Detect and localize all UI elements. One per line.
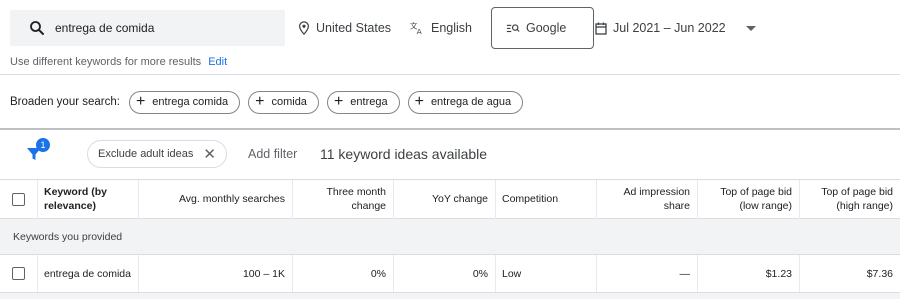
top-bid-high-cell: $7.36 — [866, 267, 893, 280]
language-selector[interactable]: 文A English — [410, 10, 472, 46]
hint-row: Use different keywords for more results … — [10, 56, 227, 68]
select-all-checkbox[interactable] — [12, 193, 25, 206]
yoy-change-cell: 0% — [394, 255, 496, 292]
chip-label: comida — [271, 96, 307, 108]
add-filter-button[interactable]: Add filter — [248, 147, 297, 161]
competition-cell: Low — [496, 255, 597, 292]
column-header-top-bid-low[interactable]: Top of page bid (low range) — [698, 180, 800, 219]
exclude-adult-ideas-chip[interactable]: Exclude adult ideas ✕ — [87, 140, 227, 168]
column-header-ad-impression-share[interactable]: Ad impression share — [597, 180, 698, 219]
keyword-cell: entrega de comida — [38, 255, 139, 292]
chip-label: Exclude adult ideas — [98, 148, 194, 160]
search-keyword-text: entrega de comida — [55, 21, 155, 35]
plus-icon: + — [414, 93, 424, 110]
broaden-search-row: Broaden your search: + entrega comida + co… — [10, 90, 531, 114]
top-bid-low-cell: $1.23 — [698, 255, 800, 292]
search-icon — [30, 21, 44, 35]
table-row[interactable]: entrega de comida 100 – 1K 0% 0% Low — $… — [0, 255, 900, 293]
select-all-cell — [0, 180, 38, 219]
group-header-row: Keywords you provided — [0, 219, 900, 255]
close-icon[interactable]: ✕ — [203, 145, 216, 163]
network-selector[interactable]: Google — [491, 7, 594, 49]
column-header-avg-monthly-searches[interactable]: Avg. monthly searches — [139, 180, 293, 219]
date-range-selector[interactable]: Jul 2021 – Jun 2022 — [595, 10, 756, 46]
column-header-competition[interactable]: Competition — [496, 180, 597, 219]
broaden-chip-comida[interactable]: + comida — [248, 90, 319, 114]
column-header-keyword[interactable]: Keyword (by relevance) — [38, 180, 139, 219]
calendar-icon — [595, 22, 607, 35]
language-label: English — [431, 21, 472, 35]
keyword-search-input[interactable]: entrega de comida — [10, 10, 285, 46]
three-month-change-cell: 0% — [293, 255, 394, 292]
chip-label: entrega comida — [152, 96, 229, 108]
row-checkbox[interactable] — [12, 267, 25, 280]
ad-impression-share-cell: — — [597, 255, 698, 292]
avg-monthly-searches-cell: 100 – 1K — [139, 255, 293, 292]
column-header-three-month-change[interactable]: Three month change — [293, 180, 394, 219]
column-header-top-bid-high[interactable]: Top of page bid (high range) — [800, 180, 900, 219]
broaden-chip-entrega-de-agua[interactable]: + entrega de agua — [407, 90, 524, 114]
translate-icon: 文A — [410, 21, 423, 35]
broaden-chip-entrega-comida[interactable]: + entrega comida — [128, 90, 241, 114]
location-pin-icon — [299, 21, 309, 35]
filter-count-badge: 1 — [36, 138, 50, 152]
column-header-yoy-change[interactable]: YoY change — [394, 180, 496, 219]
plus-icon: + — [333, 93, 344, 110]
divider — [0, 128, 900, 130]
edit-link[interactable]: Edit — [208, 56, 227, 68]
divider — [0, 74, 900, 75]
svg-text:A: A — [417, 27, 423, 35]
date-range-label: Jul 2021 – Jun 2022 — [613, 21, 726, 35]
table-footer-strip — [0, 293, 900, 299]
keyword-ideas-table: Keyword (by relevance) Avg. monthly sear… — [0, 179, 900, 299]
broaden-chip-entrega[interactable]: + entrega — [326, 90, 400, 114]
group-label: Keywords you provided — [13, 230, 123, 243]
location-selector[interactable]: United States — [298, 10, 391, 46]
chip-label: entrega — [350, 96, 388, 108]
table-header-row: Keyword (by relevance) Avg. monthly sear… — [0, 179, 900, 219]
location-label: United States — [316, 21, 392, 35]
filter-row: 1 Exclude adult ideas ✕ Add filter 11 ke… — [0, 138, 900, 172]
plus-icon: + — [135, 93, 146, 110]
keyword-ideas-count: 11 keyword ideas available — [320, 146, 488, 162]
row-select-cell — [0, 255, 38, 292]
broaden-label: Broaden your search: — [10, 96, 120, 108]
chip-label: entrega de agua — [430, 96, 512, 108]
dropdown-caret-icon — [745, 25, 756, 31]
plus-icon: + — [255, 93, 265, 110]
hint-text: Use different keywords for more results — [10, 56, 202, 68]
network-search-icon — [506, 24, 520, 33]
network-label: Google — [526, 21, 567, 35]
